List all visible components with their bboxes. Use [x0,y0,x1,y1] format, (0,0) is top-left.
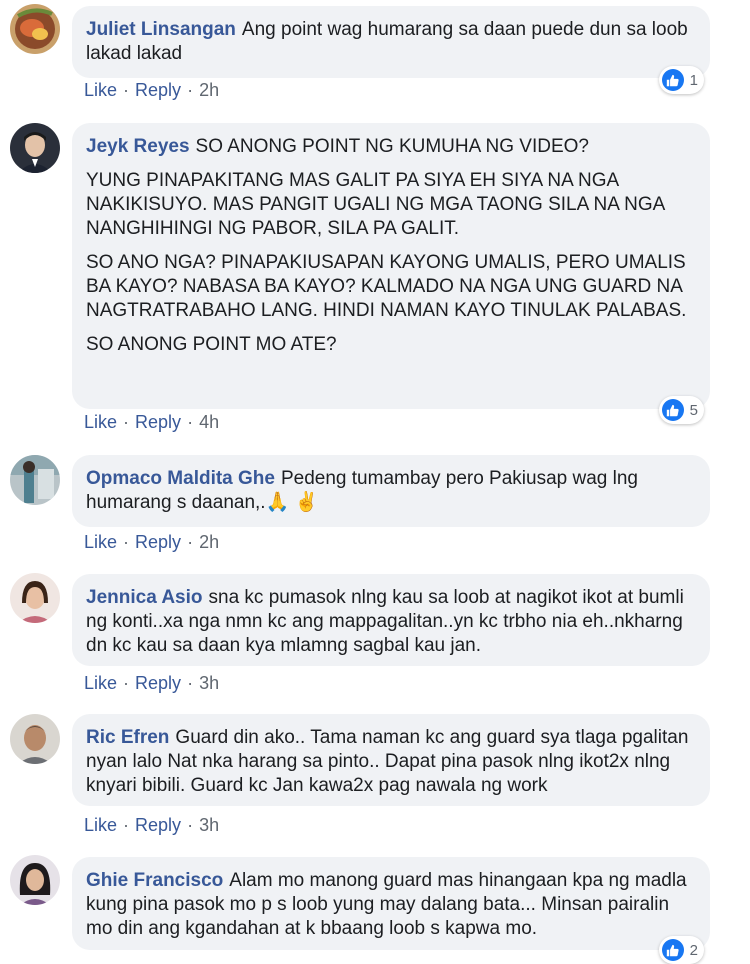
comment-actions: Like · Reply · 2h [84,532,219,553]
separator-dot: · [187,815,194,835]
thumbs-up-icon [661,69,684,91]
commenter-name[interactable]: Ghie Francisco [86,870,223,891]
comment-actions: Like · Reply · 3h [84,673,219,694]
commenter-name[interactable]: Ric Efren [86,727,169,748]
thumbs-up-icon [661,939,684,961]
comment-bubble: Opmaco Maldita Ghe Pedeng tumambay pero P… [72,455,710,527]
comment-bubble: Ghie Francisco Alam mo manong guard mas h… [72,857,710,950]
separator-dot: · [123,532,130,552]
timestamp[interactable]: 2h [199,80,219,100]
timestamp[interactable]: 3h [199,673,219,693]
comment-paragraph: SO ANO NGA? PINAPAKIUSAPAN KAYONG UMALIS… [86,252,687,321]
reply-link[interactable]: Reply [135,673,181,693]
like-link[interactable]: Like [84,412,117,432]
separator-dot: · [187,532,194,552]
separator-dot: · [123,412,130,432]
timestamp[interactable]: 4h [199,412,219,432]
reaction-number: 2 [689,941,698,959]
avatar[interactable] [10,714,60,764]
reaction-count[interactable]: 5 [658,396,704,424]
avatar[interactable] [10,573,60,623]
comment-bubble: Ric Efren Guard din ako.. Tama naman kc a… [72,714,710,806]
commenter-name[interactable]: Opmaco Maldita Ghe [86,468,275,489]
avatar[interactable] [10,855,60,905]
separator-dot: · [187,412,194,432]
reaction-count[interactable]: 2 [658,936,704,964]
comment-bubble: Juliet Linsangan Ang point wag humarang s… [72,6,710,78]
commenter-name[interactable]: Jeyk Reyes [86,136,190,157]
separator-dot: · [123,80,130,100]
commenter-name[interactable]: Juliet Linsangan [86,19,236,40]
timestamp[interactable]: 2h [199,532,219,552]
like-link[interactable]: Like [84,532,117,552]
reaction-count[interactable]: 1 [658,66,704,94]
avatar[interactable] [10,4,60,54]
commenter-name[interactable]: Jennica Asio [86,587,203,608]
like-link[interactable]: Like [84,80,117,100]
reply-link[interactable]: Reply [135,532,181,552]
comment-actions: Like · Reply · 2h [84,80,219,101]
comment-paragraph: YUNG PINAPAKITANG MAS GALIT PA SIYA EH S… [86,170,665,239]
comment-actions: Like · Reply · 4h [84,412,219,433]
comment-paragraph: SO ANONG POINT MO ATE? [86,334,337,355]
reply-link[interactable]: Reply [135,815,181,835]
separator-dot: · [123,673,130,693]
separator-dot: · [123,815,130,835]
comment-text: SO ANONG POINT NG KUMUHA NG VIDEO? [195,136,589,157]
like-link[interactable]: Like [84,815,117,835]
thumbs-up-icon [661,399,684,421]
reply-link[interactable]: Reply [135,80,181,100]
comment-first-paragraph: Jeyk Reyes SO ANONG POINT NG KUMUHA NG VI… [86,135,696,159]
avatar[interactable] [10,123,60,173]
separator-dot: · [187,673,194,693]
separator-dot: · [187,80,194,100]
comment-text: Guard din ako.. Tama naman kc ang guard … [86,727,689,796]
like-link[interactable]: Like [84,673,117,693]
comment-bubble: Jeyk Reyes SO ANONG POINT NG KUMUHA NG VI… [72,123,710,409]
avatar[interactable] [10,455,60,505]
comment-bubble: Jennica Asio sna kc pumasok nlng kau sa l… [72,574,710,666]
comment-actions: Like · Reply · 3h [84,815,219,836]
timestamp[interactable]: 3h [199,815,219,835]
reaction-number: 1 [689,71,698,89]
reaction-number: 5 [689,401,698,419]
reply-link[interactable]: Reply [135,412,181,432]
